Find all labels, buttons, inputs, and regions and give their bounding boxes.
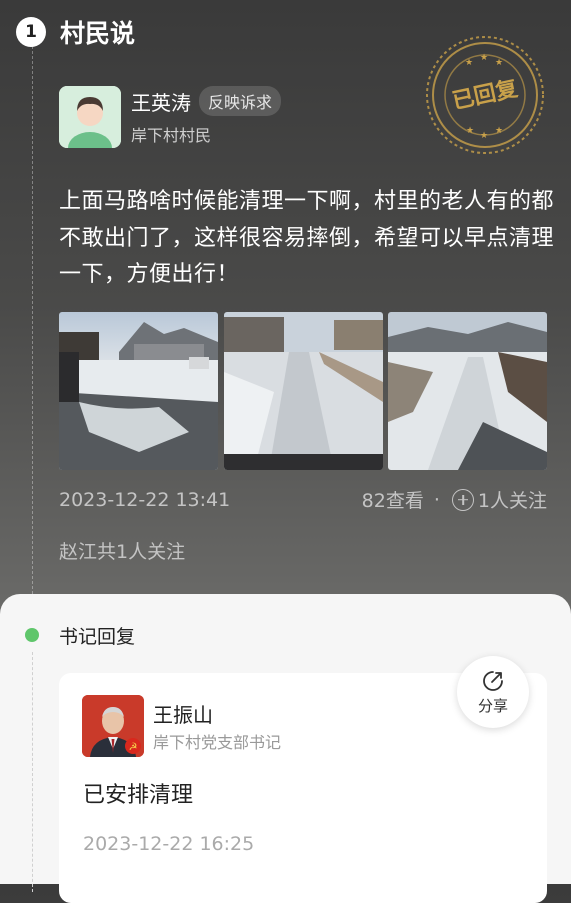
reply-panel: 书记回复 ☭ 王振山 岸下村党支部书记 已安排清理 2023-12-22 16:… <box>0 594 571 903</box>
follow-button[interactable]: 1人关注 <box>451 486 547 513</box>
svg-text:★: ★ <box>480 131 488 141</box>
author-tag: 反映诉求 <box>199 86 282 116</box>
plus-circle-icon <box>451 488 474 511</box>
secretary-name: 王振山 <box>153 703 213 727</box>
section-title: 村民说 <box>60 19 136 48</box>
post-photo-3[interactable] <box>388 312 547 470</box>
share-button[interactable]: 分享 <box>457 656 529 728</box>
svg-text:★: ★ <box>495 126 503 136</box>
svg-text:★: ★ <box>480 53 488 63</box>
author-name: 王英涛 <box>131 90 191 115</box>
section-header: 1 村民说 <box>16 14 135 50</box>
reply-text: 已安排清理 <box>83 783 194 808</box>
secretary-role: 岸下村党支部书记 <box>153 733 282 752</box>
replied-stamp-icon: ★ ★ ★ ★ ★ ★ 已回复 <box>422 32 548 158</box>
meta-separator: · <box>433 488 440 511</box>
svg-text:★: ★ <box>495 58 503 68</box>
stamp-text: 已回复 <box>450 75 521 114</box>
reply-status-dot <box>25 628 39 642</box>
svg-text:★: ★ <box>465 58 473 68</box>
share-label: 分享 <box>477 696 508 715</box>
post-date: 2023-12-22 13:41 <box>59 488 231 511</box>
post-meta: 2023-12-22 13:41 82查看 · 1人关注 <box>59 486 547 513</box>
post-text: 上面马路啥时候能清理一下啊，村里的老人有的都不敢出门了，这样很容易摔倒，希望可以… <box>59 189 555 287</box>
reply-timeline-line <box>32 652 33 892</box>
svg-text:☭: ☭ <box>129 742 138 753</box>
author-avatar[interactable] <box>59 86 121 148</box>
post-photo-1[interactable] <box>59 312 218 470</box>
secretary-avatar[interactable]: ☭ <box>82 695 144 757</box>
follow-note: 赵江共1人关注 <box>59 541 186 563</box>
post-photo-2[interactable] <box>224 312 383 470</box>
follow-label: 1人关注 <box>477 490 547 512</box>
author-role: 岸下村村民 <box>131 126 212 145</box>
step-number-badge: 1 <box>16 17 46 47</box>
share-icon <box>483 670 503 691</box>
view-count: 82查看 <box>361 490 424 512</box>
reply-date: 2023-12-22 16:25 <box>83 833 255 855</box>
reply-header: 书记回复 <box>59 626 136 648</box>
post-author[interactable]: 王英涛 反映诉求 岸下村村民 <box>59 86 282 148</box>
svg-text:★: ★ <box>466 126 474 136</box>
